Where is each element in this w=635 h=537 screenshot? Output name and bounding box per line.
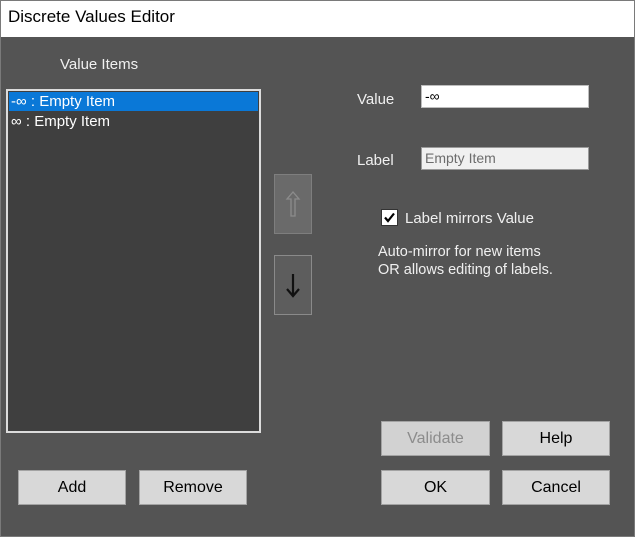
- help-button[interactable]: Help: [502, 421, 610, 456]
- cancel-button[interactable]: Cancel: [502, 470, 610, 505]
- move-down-button[interactable]: [274, 255, 312, 315]
- value-field-label: Value: [357, 91, 395, 108]
- list-item[interactable]: ∞ : Empty Item: [9, 112, 258, 131]
- add-button[interactable]: Add: [18, 470, 126, 505]
- list-item-text: -∞ : Empty Item: [11, 93, 116, 110]
- window-title: Discrete Values Editor: [8, 7, 175, 26]
- remove-button[interactable]: Remove: [139, 470, 247, 505]
- list-item-text: ∞ : Empty Item: [11, 113, 111, 130]
- validate-button[interactable]: Validate: [381, 421, 490, 456]
- label-mirrors-value-text[interactable]: Label mirrors Value: [405, 210, 534, 227]
- label-field-label: Label: [357, 152, 394, 169]
- value-field[interactable]: -∞: [421, 85, 589, 108]
- checkmark-icon: [384, 212, 395, 223]
- value-items-header: Value Items: [60, 56, 139, 73]
- list-item[interactable]: -∞ : Empty Item: [9, 92, 258, 111]
- value-items-list[interactable]: -∞ : Empty Item ∞ : Empty Item: [6, 89, 261, 433]
- label-field[interactable]: Empty Item: [421, 147, 589, 170]
- arrow-down-icon: [286, 274, 300, 298]
- discrete-values-editor-window: Discrete Values Editor Value Items -∞ : …: [0, 0, 635, 537]
- ok-button[interactable]: OK: [381, 470, 490, 505]
- help-text-line1: Auto-mirror for new items: [378, 244, 541, 260]
- move-up-button[interactable]: [274, 174, 312, 234]
- help-text-line2: OR allows editing of labels.: [378, 262, 553, 278]
- title-bar[interactable]: Discrete Values Editor: [1, 1, 634, 37]
- arrow-up-icon: [285, 191, 301, 217]
- label-mirrors-value-checkbox[interactable]: [381, 209, 398, 226]
